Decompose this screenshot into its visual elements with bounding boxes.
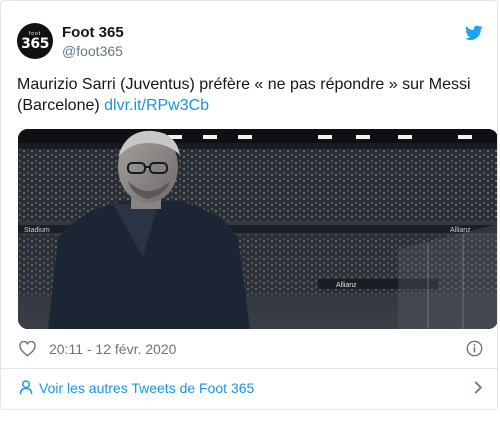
tweet-image[interactable]: Stadium Allianz Allianz [18,129,497,329]
tweet-meta: 20:11 - 12 févr. 2020 [17,339,483,359]
embedded-tweet-card: foot 365 Foot 365 @foot365 Maurizio Sarr… [0,0,498,410]
stadium-photo: Stadium Allianz Allianz [18,129,497,329]
avatar-text-main: 365 [21,35,49,52]
account-handle[interactable]: @foot365 [62,42,124,60]
twitter-bird-icon[interactable] [465,25,483,41]
tweet-timestamp[interactable]: 20:11 - 12 févr. 2020 [49,340,176,358]
tweet-link[interactable]: dlvr.it/RPw3Cb [104,97,209,114]
user-icon [19,380,33,395]
tweet-text: Maurizio Sarri (Juventus) préfère « ne p… [17,74,487,116]
more-tweets-label[interactable]: Voir les autres Tweets de Foot 365 [39,379,254,397]
tweet-body: Maurizio Sarri (Juventus) préfère « ne p… [17,76,471,114]
chevron-right-icon[interactable] [473,380,483,395]
avatar[interactable]: foot 365 [17,23,53,59]
tweet-header: foot 365 Foot 365 @foot365 [17,23,483,63]
account-names[interactable]: Foot 365 @foot365 [62,23,124,60]
info-icon[interactable] [466,340,483,357]
heart-icon[interactable] [19,341,36,357]
divider [1,368,497,369]
stadium-text-board: Allianz [336,282,357,289]
more-tweets-link[interactable]: Voir les autres Tweets de Foot 365 [17,377,483,399]
display-name[interactable]: Foot 365 [62,23,124,42]
stadium-text-left: Stadium [24,227,50,234]
